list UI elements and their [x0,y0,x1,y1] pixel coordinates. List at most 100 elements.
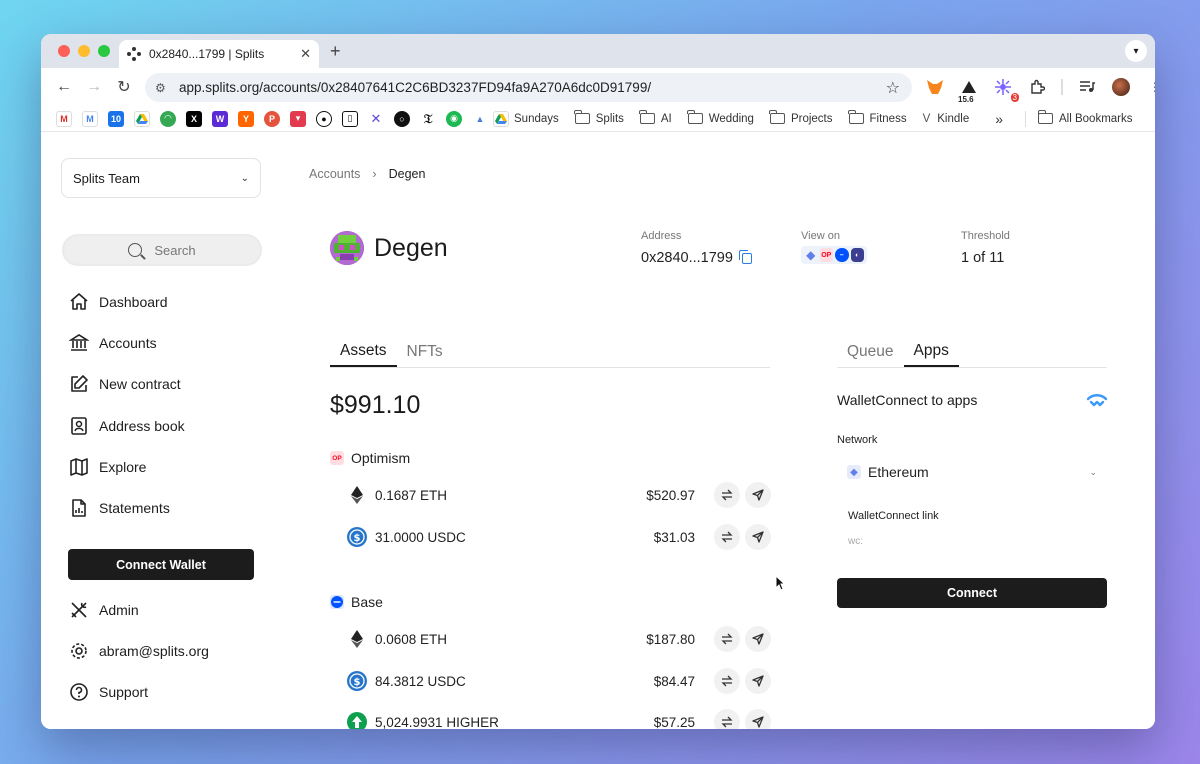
swap-button[interactable] [714,524,740,550]
tab-search-chevron-icon[interactable]: ▾ [1125,40,1147,62]
tools-icon [69,600,89,620]
circle-app-icon[interactable]: ○ [394,110,410,127]
search-icon [128,243,143,257]
zora-icon[interactable]: ◐ [850,248,864,262]
browser-menu-icon[interactable]: ⋮ [1145,77,1155,97]
close-tab-icon[interactable]: ✕ [300,46,311,62]
sidebar-item-label: Admin [99,601,139,618]
send-button[interactable] [745,626,771,652]
walletconnect-link-input[interactable]: wc: [848,536,863,547]
bookmark-folder-fitness[interactable]: Fitness [848,110,907,125]
asset-amount: 5,024.9931 HIGHER [375,714,499,730]
linear-icon[interactable]: ✕ [368,110,384,127]
minimize-window-button[interactable] [78,45,90,57]
forward-button[interactable]: → [79,78,109,96]
extension-triangle-icon[interactable]: 15.6 [958,77,979,104]
browser-tab-active[interactable]: 0x2840...1799 | Splits ✕ [119,40,319,68]
ethereum-icon[interactable]: ◆ [804,248,818,262]
extension-spark-icon[interactable]: 3 [993,77,1019,102]
optimism-icon: OP [330,451,344,465]
bookmark-folder-splits[interactable]: Splits [574,110,624,125]
breadcrumb-separator: › [372,167,377,181]
bookmark-star-icon[interactable]: ☆ [886,78,900,98]
metamask-icon[interactable] [925,77,945,97]
team-selector[interactable]: Splits Team ⌄ [61,158,261,198]
bookmarks-bar: M M 10 ◠ X W Y P ▾ ● ▯ ✕ ○ 𝔗 ◉ ▲ Sundays… [41,106,1155,132]
sidebar-item-statements[interactable]: Statements [69,487,185,528]
swap-button[interactable] [714,626,740,652]
bookmark-folder-ai[interactable]: AI [639,110,672,125]
swap-button[interactable] [714,709,740,729]
close-window-button[interactable] [58,45,70,57]
sidebar-item-support[interactable]: Support [69,672,209,713]
site-settings-icon[interactable]: ⚙ [155,81,173,95]
sidebar-item-admin[interactable]: Admin [69,589,209,630]
tab-nfts[interactable]: NFTs [397,337,453,367]
bookmark-kindle[interactable]: V Kindle [923,113,970,125]
calendar-icon[interactable]: 10 [108,110,124,127]
network-value: Ethereum [868,464,929,480]
extensions-puzzle-icon[interactable] [1027,77,1047,97]
walletconnect-link-label: WalletConnect link [848,510,939,522]
sidebar-item-address-book[interactable]: Address book [69,405,185,446]
base-icon[interactable]: – [835,248,849,262]
sidebar-item-label: Explore [99,458,147,475]
total-balance: $991.10 [330,391,421,419]
bookmark-folder-projects[interactable]: Projects [769,110,833,125]
gmail-icon[interactable]: M [56,110,72,127]
profile-avatar[interactable] [1111,77,1131,97]
sidebar-item-accounts[interactable]: Accounts [69,322,185,363]
arc-app-icon[interactable]: ▲ [472,110,488,127]
browser-window: 0x2840...1799 | Splits ✕ + ▾ ← → ↻ ⚙ app… [41,34,1155,729]
pocket-icon[interactable]: ▾ [290,110,306,127]
all-bookmarks-label: All Bookmarks [1059,112,1133,125]
optimism-icon[interactable]: OP [819,248,833,262]
send-button[interactable] [745,668,771,694]
panel-icon[interactable]: ▯ [342,110,358,127]
new-tab-button[interactable]: + [330,41,341,62]
producthunt-icon[interactable]: P [264,110,280,127]
search-input[interactable]: Search [62,234,262,266]
swap-button[interactable] [714,668,740,694]
network-select[interactable]: ◆ Ethereum ⌄ [837,456,1107,488]
bookmarks-overflow-icon[interactable]: » [995,111,1003,127]
sidebar-item-label: Support [99,684,149,701]
send-button[interactable] [745,709,771,729]
google-drive-icon[interactable] [134,110,150,127]
swap-button[interactable] [714,482,740,508]
reload-button[interactable]: ↻ [109,77,139,97]
warpcast-icon[interactable]: W [212,110,228,127]
gmail-alt-icon[interactable]: M [82,110,98,127]
hacker-news-icon[interactable]: Y [238,110,254,127]
connect-wallet-button[interactable]: Connect Wallet [68,549,254,580]
send-button[interactable] [745,524,771,550]
sidebar-item-explore[interactable]: Explore [69,446,185,487]
bookmark-folder-wedding[interactable]: Wedding [687,110,754,125]
tab-queue[interactable]: Queue [837,337,904,367]
nytimes-icon[interactable]: 𝔗 [420,110,436,127]
sidebar-item-new-contract[interactable]: New contract [69,364,185,405]
address-bar[interactable]: ⚙ app.splits.org/accounts/0x28407641C2C6… [145,73,912,102]
sidebar-item-dashboard[interactable]: Dashboard [69,281,185,322]
media-queue-icon[interactable] [1077,77,1097,97]
tab-assets[interactable]: Assets [330,337,397,367]
tab-apps[interactable]: Apps [903,337,959,367]
connect-button[interactable]: Connect [837,578,1107,608]
bookmark-sundays[interactable]: Sundays [493,110,559,127]
sidebar-item-account-settings[interactable]: abram@splits.org [69,630,209,671]
github-icon[interactable]: ● [316,110,332,127]
all-bookmarks[interactable]: All Bookmarks [1037,110,1133,125]
send-button[interactable] [745,482,771,508]
maximize-window-button[interactable] [98,45,110,57]
green-app-icon[interactable]: ◉ [446,110,462,127]
sidebar-item-label: abram@splits.org [99,642,209,659]
splits-favicon-icon [127,47,141,61]
app-green-icon[interactable]: ◠ [160,110,176,127]
asset-amount: 31.0000 USDC [375,529,466,545]
copy-icon[interactable] [738,249,752,264]
eth-icon [346,628,368,650]
x-twitter-icon[interactable]: X [186,110,202,127]
breadcrumb-accounts-link[interactable]: Accounts [309,167,360,181]
bookmark-label: Sundays [514,112,559,125]
back-button[interactable]: ← [49,78,79,96]
